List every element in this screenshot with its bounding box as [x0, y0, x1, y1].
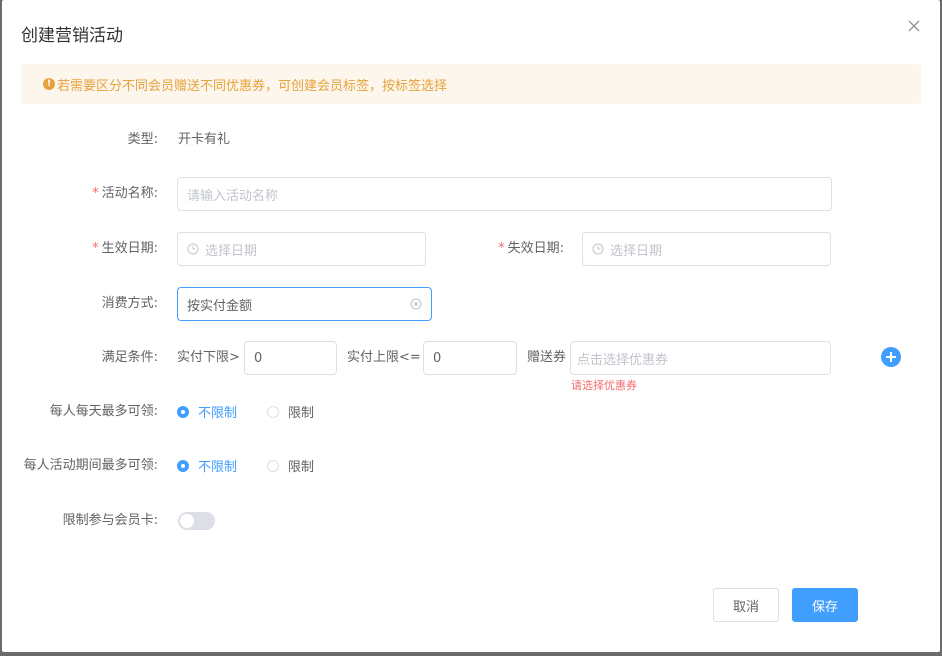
period-limit-unlimited-radio[interactable]: 不限制	[177, 456, 237, 475]
upper-limit-input[interactable]: 0	[423, 341, 517, 375]
period-limit-label: 每人活动期间最多可领:	[23, 458, 158, 473]
start-date-label: * 生效日期:	[92, 241, 158, 256]
close-icon[interactable]	[906, 18, 922, 34]
card-limit-switch[interactable]	[178, 512, 215, 530]
lower-limit-label: 实付下限>	[177, 350, 240, 365]
consumption-label: 消费方式:	[101, 296, 158, 311]
type-label: 类型:	[127, 132, 158, 147]
daily-limit-label: 每人每天最多可领:	[49, 404, 158, 419]
coupon-error-text: 请选择优惠券	[571, 379, 637, 392]
dialog-title: 创建营销活动	[21, 26, 123, 46]
coupon-select-input[interactable]: 点击选择优惠券	[570, 341, 831, 375]
clock-icon	[187, 243, 199, 255]
cancel-button[interactable]: 取消	[713, 588, 779, 622]
name-label: * 活动名称:	[92, 186, 158, 201]
type-value: 开卡有礼	[178, 132, 231, 147]
start-date-picker[interactable]: 选择日期	[177, 232, 426, 266]
daily-limit-limited-radio[interactable]: 限制	[267, 402, 314, 421]
tip-alert: ! 若需要区分不同会员赠送不同优惠券，可创建会员标签，按标签选择	[21, 64, 921, 104]
save-button[interactable]: 保存	[792, 588, 858, 622]
upper-limit-label: 实付上限<=	[347, 350, 421, 365]
clock-icon	[592, 243, 604, 255]
clear-icon[interactable]	[410, 298, 422, 310]
activity-name-input[interactable]: 请输入活动名称	[177, 177, 832, 211]
card-limit-label: 限制参与会员卡:	[62, 513, 158, 528]
plus-icon	[886, 352, 896, 362]
end-date-label: * 失效日期:	[498, 241, 564, 256]
lower-limit-input[interactable]: 0	[244, 341, 337, 375]
daily-limit-unlimited-radio[interactable]: 不限制	[177, 402, 237, 421]
add-condition-button[interactable]	[881, 347, 901, 367]
end-date-picker[interactable]: 选择日期	[582, 232, 831, 266]
alert-text: 若需要区分不同会员赠送不同优惠券，可创建会员标签，按标签选择	[57, 78, 448, 94]
period-limit-limited-radio[interactable]: 限制	[267, 456, 314, 475]
gift-coupon-label: 赠送券	[527, 350, 567, 365]
warning-icon: !	[43, 78, 55, 90]
consumption-select[interactable]: 按实付金额	[177, 287, 432, 321]
create-campaign-dialog: 创建营销活动 ! 若需要区分不同会员赠送不同优惠券，可创建会员标签，按标签选择 …	[2, 0, 940, 652]
condition-label: 满足条件:	[101, 350, 158, 365]
